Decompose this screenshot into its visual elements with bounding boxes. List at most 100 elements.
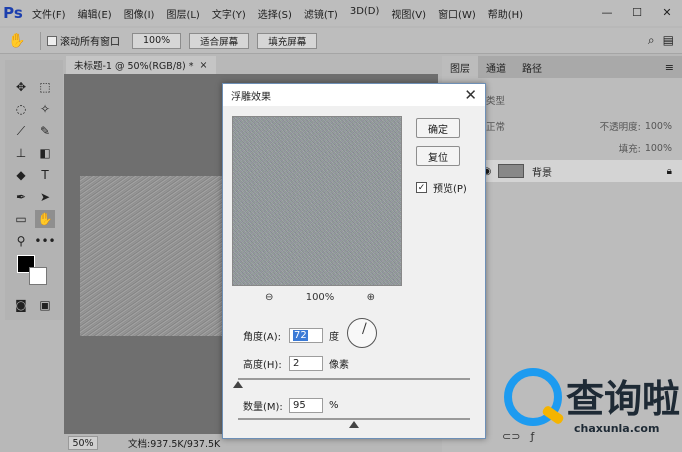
menu-3d[interactable]: 3D(D) bbox=[344, 6, 386, 21]
restore-button[interactable]: ☐ bbox=[622, 0, 652, 24]
zoom-tool-icon[interactable]: ⚲ bbox=[11, 232, 31, 250]
filter-preview[interactable] bbox=[232, 116, 402, 286]
opacity-value[interactable]: 100% bbox=[645, 121, 672, 132]
preview-zoom-value: 100% bbox=[305, 292, 335, 303]
search-icon[interactable]: ⌕ bbox=[648, 33, 655, 48]
amount-slider[interactable] bbox=[238, 418, 470, 428]
height-row: 高度(H): 2 像素 bbox=[243, 356, 349, 371]
height-slider[interactable] bbox=[233, 378, 470, 388]
marquee-tool-icon[interactable]: ⬚ bbox=[35, 78, 55, 96]
screen-mode-icon[interactable]: ▣ bbox=[35, 296, 55, 314]
divider bbox=[40, 31, 41, 50]
status-zoom[interactable]: 50% bbox=[68, 436, 98, 450]
blend-mode-select[interactable]: 正常 bbox=[486, 119, 505, 133]
angle-input[interactable]: 72 bbox=[289, 328, 323, 343]
fit-screen-button[interactable]: 适合屏幕 bbox=[189, 32, 250, 49]
eraser-icon[interactable]: ◧ bbox=[35, 144, 55, 162]
scroll-all-checkbox[interactable] bbox=[47, 35, 57, 46]
menu-select[interactable]: 选择(S) bbox=[252, 6, 298, 21]
document-title: 未标题-1 @ 50%(RGB/8) * bbox=[74, 61, 194, 72]
fill-value[interactable]: 100% bbox=[645, 143, 672, 154]
opacity-label: 不透明度: bbox=[599, 122, 641, 133]
document-tab[interactable]: 未标题-1 @ 50%(RGB/8) * × bbox=[66, 56, 216, 74]
angle-row: 角度(A): 72 度 bbox=[243, 328, 339, 343]
menu-items: 文件(F) 编辑(E) 图像(I) 图层(L) 文字(Y) 选择(S) 滤镜(T… bbox=[26, 6, 529, 21]
angle-dial-needle bbox=[362, 322, 367, 335]
amount-label: 数量(M): bbox=[243, 402, 283, 413]
app-logo: Ps bbox=[3, 4, 23, 22]
watermark: 查询啦 chaxunla.com bbox=[498, 366, 682, 446]
document-close-icon[interactable]: × bbox=[200, 60, 208, 71]
hand-tool-active-icon[interactable]: ✋ bbox=[35, 210, 55, 228]
menu-layer[interactable]: 图层(L) bbox=[160, 6, 205, 21]
move-tool-icon[interactable]: ✥ bbox=[11, 78, 31, 96]
menu-window[interactable]: 窗口(W) bbox=[432, 6, 482, 21]
preview-zoom-row: ⊖ 100% ⊕ bbox=[265, 292, 375, 303]
stamp-icon[interactable]: ⊥ bbox=[11, 144, 31, 162]
document-info: 文档:937.5K/937.5K bbox=[128, 439, 221, 450]
hand-tool-icon[interactable]: ✋ bbox=[0, 33, 34, 49]
lasso-tool-icon[interactable]: ◌ bbox=[11, 100, 31, 118]
zoom-100-button[interactable]: 100% bbox=[132, 32, 182, 49]
height-unit: 像素 bbox=[329, 360, 349, 371]
magic-wand-icon[interactable]: ✧ bbox=[35, 100, 55, 118]
menu-help[interactable]: 帮助(H) bbox=[482, 6, 529, 21]
amount-unit: % bbox=[329, 400, 339, 411]
quick-mask-icon[interactable]: ◙ bbox=[11, 296, 31, 314]
menu-view[interactable]: 视图(V) bbox=[385, 6, 432, 21]
type-tool-icon[interactable]: T bbox=[35, 166, 55, 184]
dialog-close-icon[interactable]: ✕ bbox=[464, 86, 477, 104]
photoshop-window: Ps 文件(F) 编辑(E) 图像(I) 图层(L) 文字(Y) 选择(S) 滤… bbox=[0, 0, 682, 452]
panel-tabs: 图层 通道 路径 ≡ bbox=[442, 56, 682, 78]
menu-type[interactable]: 文字(Y) bbox=[206, 6, 252, 21]
toolbox: ✥ ⬚ ◌ ✧ ⟋ ✎ ⊥ ◧ ◆ T ✒ ➤ ▭ ✋ ⚲ ••• ◙ ▣ bbox=[5, 60, 63, 320]
zoom-in-icon[interactable]: ⊕ bbox=[367, 292, 375, 303]
canvas-image[interactable] bbox=[80, 176, 230, 336]
options-right: ⌕ ▤ bbox=[648, 33, 674, 48]
watermark-url: chaxunla.com bbox=[574, 422, 660, 435]
angle-dial[interactable] bbox=[347, 318, 377, 348]
brush-icon[interactable]: ✎ bbox=[35, 122, 55, 140]
angle-label: 角度(A): bbox=[243, 332, 282, 343]
workspace-icon[interactable]: ▤ bbox=[663, 33, 674, 48]
angle-unit: 度 bbox=[329, 332, 339, 343]
close-button[interactable]: ✕ bbox=[652, 0, 682, 24]
fill-screen-button[interactable]: 填充屏幕 bbox=[257, 32, 318, 49]
amount-input[interactable]: 95 bbox=[289, 398, 323, 413]
reset-button[interactable]: 复位 bbox=[416, 146, 460, 166]
pen-tool-icon[interactable]: ✒ bbox=[11, 188, 31, 206]
emboss-dialog: 浮雕效果 ✕ 确定 复位 ✓ 预览(P) ⊖ 100% ⊕ 角度(A): 72 … bbox=[222, 83, 486, 439]
panel-menu-icon[interactable]: ≡ bbox=[665, 56, 682, 78]
bucket-icon[interactable]: ◆ bbox=[11, 166, 31, 184]
tab-paths[interactable]: 路径 bbox=[514, 56, 550, 78]
path-select-icon[interactable]: ➤ bbox=[35, 188, 55, 206]
window-controls: — ☐ ✕ bbox=[592, 0, 682, 24]
background-color-swatch[interactable] bbox=[29, 267, 47, 285]
minimize-button[interactable]: — bbox=[592, 0, 622, 24]
amount-slider-thumb[interactable] bbox=[349, 421, 359, 428]
layer-filter-select[interactable]: 类型 bbox=[486, 93, 505, 107]
zoom-out-icon[interactable]: ⊖ bbox=[265, 292, 273, 303]
menu-filter[interactable]: 滤镜(T) bbox=[298, 6, 344, 21]
height-slider-thumb[interactable] bbox=[233, 381, 243, 388]
rectangle-tool-icon[interactable]: ▭ bbox=[11, 210, 31, 228]
watermark-text: 查询啦 bbox=[566, 377, 681, 421]
menu-file[interactable]: 文件(F) bbox=[26, 6, 72, 21]
tab-channels[interactable]: 通道 bbox=[478, 56, 514, 78]
ok-button[interactable]: 确定 bbox=[416, 118, 460, 138]
tab-layers[interactable]: 图层 bbox=[442, 56, 478, 78]
eyedropper-icon[interactable]: ⟋ bbox=[11, 122, 31, 140]
lock-icon: 🔒︎ bbox=[666, 165, 672, 177]
height-input[interactable]: 2 bbox=[289, 356, 323, 371]
dialog-title: 浮雕效果 bbox=[231, 91, 271, 103]
more-tools-icon[interactable]: ••• bbox=[34, 232, 55, 250]
scroll-all-label: 滚动所有窗口 bbox=[60, 37, 120, 48]
layer-name: 背景 bbox=[532, 167, 552, 179]
height-label: 高度(H): bbox=[243, 360, 282, 371]
preview-option[interactable]: ✓ 预览(P) bbox=[416, 180, 467, 195]
amount-row: 数量(M): 95 % bbox=[243, 398, 339, 413]
preview-checkbox[interactable]: ✓ bbox=[416, 182, 427, 193]
options-bar: ✋ 滚动所有窗口 100% 适合屏幕 填充屏幕 ⌕ ▤ bbox=[0, 28, 682, 54]
menu-image[interactable]: 图像(I) bbox=[118, 6, 161, 21]
menu-edit[interactable]: 编辑(E) bbox=[72, 6, 118, 21]
